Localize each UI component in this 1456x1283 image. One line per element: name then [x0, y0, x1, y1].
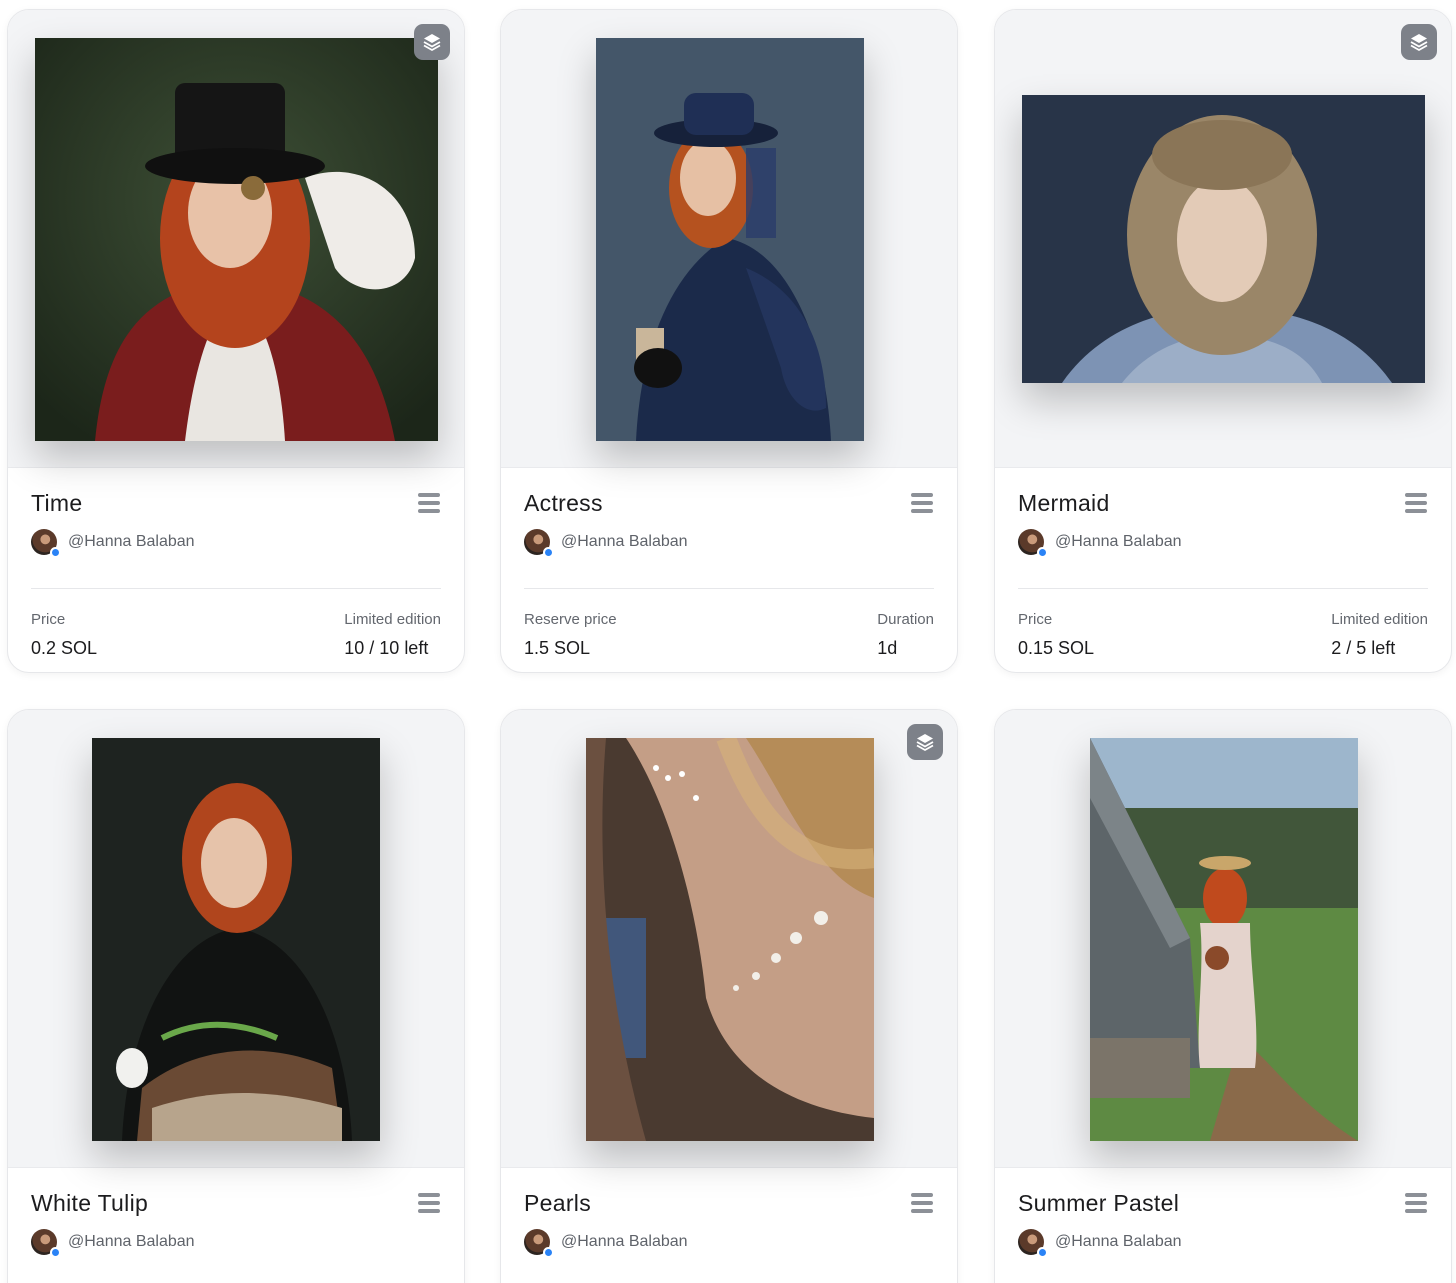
avatar[interactable]	[524, 1229, 554, 1258]
creator-handle[interactable]: @Hanna Balaban	[1055, 533, 1182, 551]
nft-gallery-grid: Time @Hanna Balaban Price 0.2 SOL Limite…	[0, 0, 1456, 1283]
stat-label: Price	[1018, 611, 1053, 628]
verified-badge-icon	[1037, 547, 1048, 558]
avatar[interactable]	[524, 529, 554, 558]
stat-label: Duration	[877, 611, 934, 628]
duration-stat: Duration 1d	[877, 611, 934, 659]
avatar[interactable]	[1018, 1229, 1048, 1258]
stat-label: Limited edition	[1331, 611, 1428, 628]
menu-icon[interactable]	[1405, 1193, 1427, 1213]
creator-link[interactable]: @Hanna Balaban	[1018, 1229, 1182, 1258]
card-media	[501, 10, 957, 468]
verified-badge-icon	[543, 1247, 554, 1258]
creator-link[interactable]: @Hanna Balaban	[31, 1229, 195, 1258]
artwork-image[interactable]	[586, 738, 874, 1141]
nft-card-summer-pastel[interactable]: Summer Pastel @Hanna Balaban	[994, 709, 1452, 1283]
creator-link[interactable]: @Hanna Balaban	[1018, 529, 1182, 558]
stat-label: Reserve price	[524, 611, 617, 628]
menu-icon[interactable]	[1405, 493, 1427, 513]
nft-card-mermaid[interactable]: Mermaid @Hanna Balaban Price 0.15 SOL Li…	[994, 9, 1452, 673]
divider	[31, 588, 441, 589]
stat-value: 0.15 SOL	[1018, 638, 1095, 658]
nft-card-actress[interactable]: Actress @Hanna Balaban Reserve price 1.5…	[500, 9, 958, 673]
divider	[524, 588, 934, 589]
card-media	[995, 10, 1451, 468]
artwork-image[interactable]	[596, 38, 864, 441]
creator-handle[interactable]: @Hanna Balaban	[561, 1233, 688, 1251]
edition-stat: Limited edition 2 / 5 left	[1331, 611, 1428, 659]
stat-value: 0.2 SOL	[31, 638, 98, 658]
stat-value: 2 / 5 left	[1331, 638, 1396, 658]
artwork-title[interactable]: Pearls	[524, 1190, 591, 1217]
verified-badge-icon	[50, 547, 61, 558]
price-stat: Price 0.15 SOL	[1018, 611, 1094, 659]
nft-card-time[interactable]: Time @Hanna Balaban Price 0.2 SOL Limite…	[7, 9, 465, 673]
menu-icon[interactable]	[418, 1193, 440, 1213]
creator-handle[interactable]: @Hanna Balaban	[1055, 1233, 1182, 1251]
artwork-image[interactable]	[92, 738, 380, 1141]
stat-value: 1.5 SOL	[524, 638, 591, 658]
card-media	[501, 710, 957, 1168]
multi-edition-badge	[1401, 24, 1437, 60]
avatar[interactable]	[31, 1229, 61, 1258]
menu-icon[interactable]	[911, 493, 933, 513]
verified-badge-icon	[543, 547, 554, 558]
artwork-image[interactable]	[35, 38, 438, 441]
avatar[interactable]	[31, 529, 61, 558]
artwork-title[interactable]: Mermaid	[1018, 490, 1110, 517]
creator-link[interactable]: @Hanna Balaban	[524, 529, 688, 558]
price-stat: Price 0.2 SOL	[31, 611, 97, 659]
edition-stat: Limited edition 10 / 10 left	[344, 611, 441, 659]
creator-handle[interactable]: @Hanna Balaban	[68, 533, 195, 551]
layers-icon	[1410, 34, 1428, 51]
artwork-title[interactable]: Time	[31, 490, 82, 517]
nft-card-pearls[interactable]: Pearls @Hanna Balaban	[500, 709, 958, 1283]
nft-card-white-tulip[interactable]: White Tulip @Hanna Balaban	[7, 709, 465, 1283]
layers-icon	[423, 34, 441, 51]
verified-badge-icon	[50, 1247, 61, 1258]
menu-icon[interactable]	[911, 1193, 933, 1213]
multi-edition-badge	[414, 24, 450, 60]
reserve-price-stat: Reserve price 1.5 SOL	[524, 611, 617, 659]
card-media	[8, 10, 464, 468]
stat-label: Price	[31, 611, 66, 628]
artwork-title[interactable]: Summer Pastel	[1018, 1190, 1179, 1217]
layers-icon	[916, 734, 934, 751]
artwork-title[interactable]: Actress	[524, 490, 603, 517]
stat-label: Limited edition	[344, 611, 441, 628]
creator-link[interactable]: @Hanna Balaban	[31, 529, 195, 558]
divider	[1018, 588, 1428, 589]
artwork-title[interactable]: White Tulip	[31, 1190, 148, 1217]
creator-handle[interactable]: @Hanna Balaban	[561, 533, 688, 551]
creator-link[interactable]: @Hanna Balaban	[524, 1229, 688, 1258]
creator-handle[interactable]: @Hanna Balaban	[68, 1233, 195, 1251]
stat-value: 1d	[877, 638, 898, 658]
menu-icon[interactable]	[418, 493, 440, 513]
card-media	[8, 710, 464, 1168]
artwork-image[interactable]	[1022, 95, 1425, 383]
stat-value: 10 / 10 left	[344, 638, 429, 658]
avatar[interactable]	[1018, 529, 1048, 558]
verified-badge-icon	[1037, 1247, 1048, 1258]
artwork-image[interactable]	[1090, 738, 1358, 1141]
card-media	[995, 710, 1451, 1168]
multi-edition-badge	[907, 724, 943, 760]
